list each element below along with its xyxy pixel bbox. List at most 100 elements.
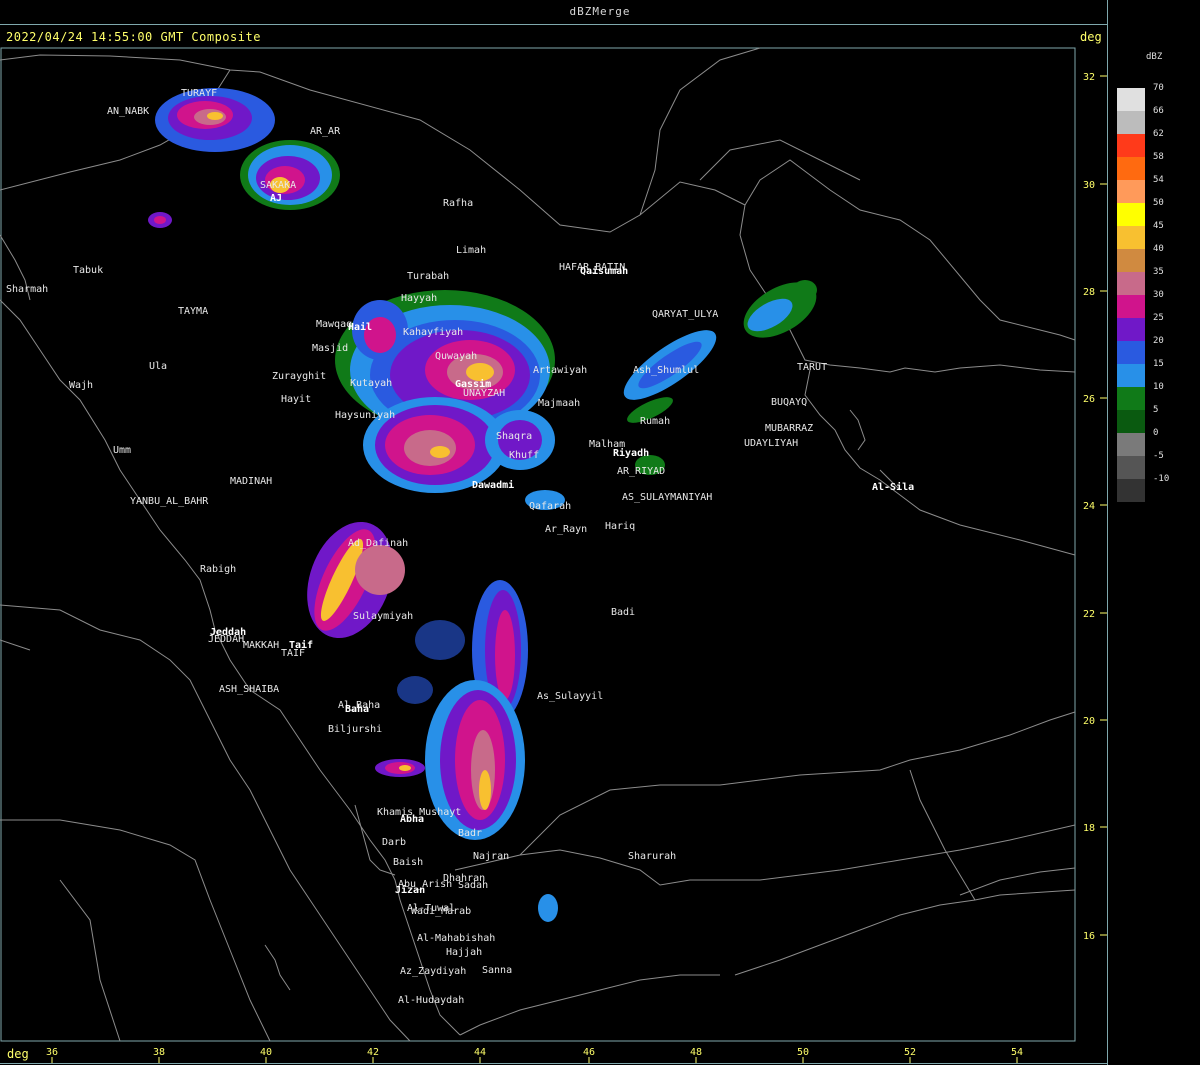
place-label: Masjid	[312, 343, 348, 354]
place-label: Kahayfiyah	[403, 327, 463, 338]
frame-bottom-edge	[0, 1063, 1107, 1064]
lon-tick-label: 48	[690, 1047, 702, 1058]
place-label: Zurayghit	[272, 371, 326, 382]
dbz-legend: dBZ 70 66 62 58 54 50 45 40 35 30 25 20 15 10 5 0 -5 -10	[1112, 48, 1196, 502]
place-label: Majmaah	[538, 398, 580, 409]
legend-swatch	[1117, 387, 1145, 410]
place-label: As_Sulayyil	[537, 691, 603, 702]
lat-tick-label: 16	[1083, 931, 1095, 942]
radar-echoes	[148, 88, 817, 922]
legend-swatch	[1117, 479, 1145, 502]
lon-tick-label: 38	[153, 1047, 165, 1058]
place-label: Al-Sila	[872, 481, 914, 493]
lon-tick-label: 50	[797, 1047, 809, 1058]
lon-tick-label: 42	[367, 1047, 379, 1058]
place-label: MUBARRAZ	[765, 423, 813, 434]
place-label: Ula	[149, 361, 167, 372]
place-label: Sanna	[482, 965, 512, 976]
legend-value: 25	[1153, 313, 1164, 323]
place-label: Riyadh	[613, 447, 649, 459]
legend-swatch	[1117, 364, 1145, 387]
place-label: TAYMA	[178, 306, 208, 317]
place-label: Al-Mahabishah	[417, 933, 495, 944]
legend-value: 10	[1153, 382, 1164, 392]
place-label: Qafarah	[529, 501, 571, 512]
place-label: Hail	[348, 321, 372, 333]
place-label: Sadah	[458, 880, 488, 891]
place-label: Sharmah	[6, 284, 48, 295]
lat-tick-label: 30	[1083, 180, 1095, 191]
place-label: YANBU_AL_BAHR	[130, 496, 209, 507]
place-label: Ash_Shumlul	[633, 365, 699, 376]
place-label: Hayit	[281, 394, 311, 405]
legend-unit-label: dBZ	[1146, 52, 1163, 62]
place-label: Mawqaq	[316, 319, 352, 330]
place-label: Dawadmi	[472, 479, 514, 491]
place-label: AJ	[270, 193, 282, 204]
place-label: ASH_SHAIBA	[219, 684, 279, 695]
place-label: QARYAT_ULYA	[652, 309, 718, 320]
place-label: Ad_Dafinah	[348, 538, 408, 549]
lat-tick-label: 18	[1083, 823, 1095, 834]
place-label: Az_Zaydiyah	[400, 966, 466, 977]
place-label: AN_NABK	[107, 106, 149, 117]
place-label: Rumah	[640, 416, 670, 427]
lon-tick-label: 46	[583, 1047, 595, 1058]
lon-tick-label: 52	[904, 1047, 916, 1058]
legend-swatch	[1117, 180, 1145, 203]
place-label: Baish	[393, 857, 423, 868]
place-label: Baha	[345, 704, 369, 715]
lon-tick-label: 54	[1011, 1047, 1023, 1058]
lon-tick-label: 40	[260, 1047, 272, 1058]
legend-swatch	[1117, 456, 1145, 479]
place-label: Artawiyah	[533, 365, 587, 376]
place-label: Turabah	[407, 271, 449, 282]
legend-value: -5	[1153, 451, 1164, 461]
place-label: MAKKAH	[243, 640, 279, 651]
place-label: Khuff	[509, 450, 539, 461]
legend-value: 0	[1153, 428, 1159, 438]
place-label: Ar_Rayn	[545, 524, 587, 535]
radar-map[interactable]: TURAYF AN_NABK AR_AR SAKAKA AJ Rafha Limah Tabu…	[0, 0, 1107, 1063]
place-label: Biljurshi	[328, 724, 382, 735]
legend-swatch	[1117, 272, 1145, 295]
legend-value: 20	[1153, 336, 1164, 346]
legend-swatch	[1117, 249, 1145, 272]
legend-value: 45	[1153, 221, 1164, 231]
place-label: UDAYLIYAH	[744, 438, 798, 449]
place-label: JEDDAH	[208, 634, 244, 645]
place-label: Najran	[473, 851, 509, 862]
frame-right-edge	[1107, 0, 1108, 1065]
place-label: Badr	[458, 828, 482, 839]
place-label: Qaisumah	[580, 265, 628, 277]
place-label: Kutayah	[350, 378, 392, 389]
place-label: BUQAYQ	[771, 397, 807, 408]
legend-value: 30	[1153, 290, 1164, 300]
legend-value: 35	[1153, 267, 1164, 277]
legend-value: 5	[1153, 405, 1159, 415]
place-label: TURAYF	[181, 88, 217, 99]
place-label: SAKAKA	[260, 180, 296, 191]
legend-entry: -10	[1117, 474, 1197, 502]
lat-tick-label: 24	[1083, 501, 1095, 512]
place-label: Sulaymiyah	[353, 611, 413, 622]
legend-value: 66	[1153, 106, 1164, 116]
place-label: UNAYZAH	[463, 388, 505, 399]
place-label: Wadi_Marab	[411, 906, 471, 917]
legend-swatch	[1117, 341, 1145, 364]
lat-tick-label: 22	[1083, 609, 1095, 620]
place-label: AR_RIYAD	[617, 466, 665, 477]
legend-swatch	[1117, 134, 1145, 157]
place-label: Hayyah	[401, 293, 437, 304]
legend-swatch	[1117, 433, 1145, 456]
place-label: Rafha	[443, 198, 473, 209]
place-label: Jizan	[395, 884, 425, 896]
lat-tick-label: 32	[1083, 72, 1095, 83]
place-label: Wajh	[69, 380, 93, 391]
place-label: Hariq	[605, 521, 635, 532]
place-label: MADINAH	[230, 476, 272, 487]
place-label: Haysuniyah	[335, 410, 395, 421]
place-label: Sharurah	[628, 851, 676, 862]
place-label: Umm	[113, 445, 131, 456]
place-label: Tabuk	[73, 265, 103, 276]
